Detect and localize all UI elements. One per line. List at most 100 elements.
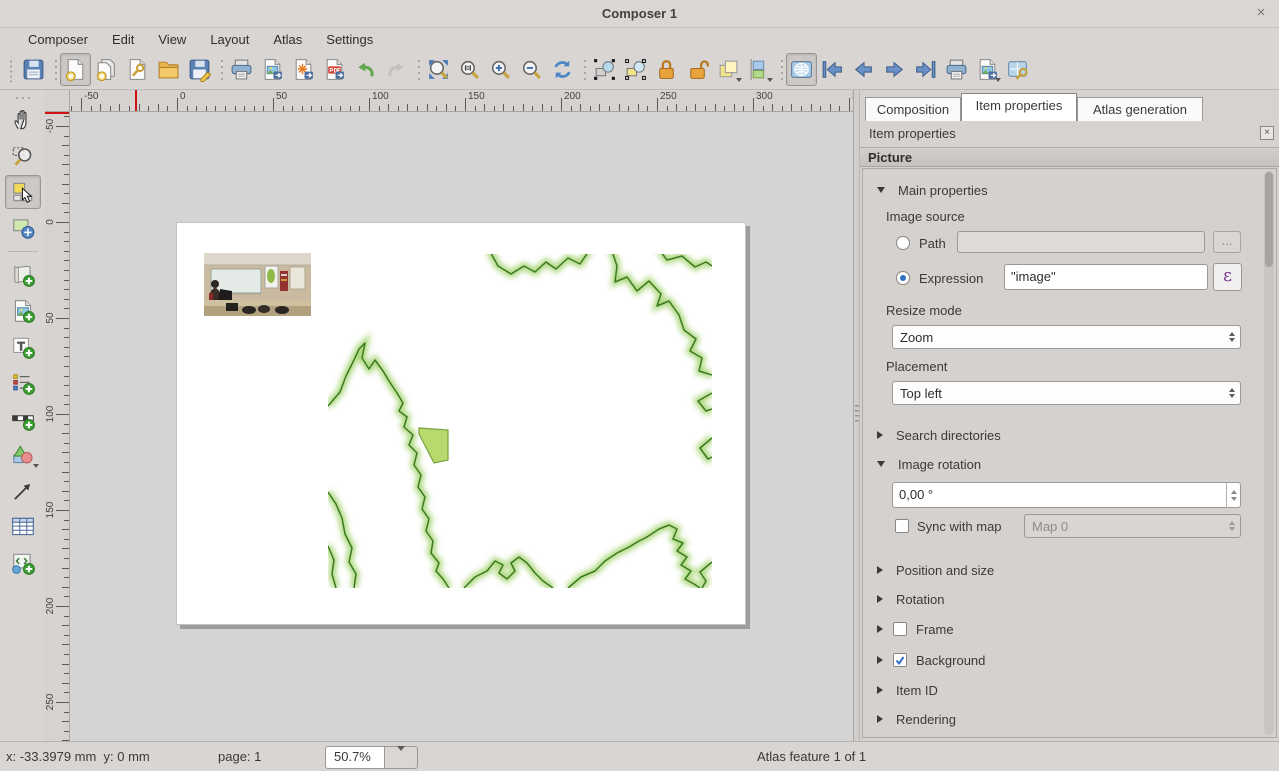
section-search-directories[interactable]: Search directories [877, 424, 1001, 446]
toolbar-new-composition-button[interactable] [60, 53, 91, 86]
section-main-properties[interactable]: Main properties [877, 179, 988, 201]
toolbar-add-attribute-table-button[interactable] [5, 510, 41, 544]
toolbar-composer-manager-button[interactable] [122, 53, 153, 86]
toolbar-print-button[interactable] [226, 53, 257, 86]
toolbar-atlas-settings-button[interactable] [1003, 53, 1034, 86]
toolbar-handle[interactable] [7, 57, 15, 83]
toolbar-select-items-button[interactable] [589, 53, 620, 86]
toolbar-atlas-next-button[interactable] [879, 53, 910, 86]
expression-input[interactable]: "image" [1004, 264, 1208, 290]
toolbar-zoom-item-button[interactable] [5, 139, 41, 173]
toolbar-undo-button[interactable] [350, 53, 381, 86]
ruler-tick [436, 106, 437, 111]
tab-item-properties[interactable]: Item properties [961, 93, 1077, 121]
ruler-tick [64, 347, 69, 348]
panel-splitter[interactable] [853, 90, 860, 741]
ruler-tick [830, 104, 831, 111]
toolbar-redo-button[interactable] [381, 53, 412, 86]
zoom-level-value[interactable]: 50.7% [325, 746, 385, 769]
section-rotation[interactable]: Rotation [877, 588, 944, 610]
section-frame[interactable]: Frame [877, 618, 954, 640]
toolbar-raise-items-button[interactable] [713, 53, 744, 86]
toolbar-print-atlas-button[interactable] [941, 53, 972, 86]
toolbar-save-button[interactable] [18, 53, 49, 86]
toolbar-save-as-button[interactable] [184, 53, 215, 86]
map-item[interactable] [328, 254, 712, 588]
expression-builder-button[interactable]: ε [1213, 263, 1242, 291]
toolbar-unlock-items-button[interactable] [682, 53, 713, 86]
path-radio[interactable]: Path [896, 232, 946, 254]
toolbar-export-atlas-button[interactable] [972, 53, 1003, 86]
scrollbar-thumb[interactable] [1265, 172, 1273, 267]
toolbar-select-move-item-button[interactable] [5, 175, 41, 209]
section-rendering[interactable]: Rendering [877, 708, 956, 730]
section-image-rotation[interactable]: Image rotation [877, 453, 981, 475]
redo-icon [384, 57, 409, 82]
composer-page[interactable] [176, 222, 746, 625]
composition-canvas[interactable] [70, 112, 853, 741]
toolbar-zoom-in-button[interactable] [485, 53, 516, 86]
toolbar-lock-items-button[interactable] [651, 53, 682, 86]
menu-atlas[interactable]: Atlas [261, 30, 314, 49]
toolbar-pan-button[interactable] [5, 103, 41, 137]
zoom-dropdown-button[interactable] [385, 746, 418, 769]
toolbar-duplicate-composition-button[interactable] [91, 53, 122, 86]
sync-map-select[interactable]: Map 0 [1024, 514, 1241, 538]
path-input[interactable] [957, 231, 1205, 253]
toolbar-open-button[interactable] [153, 53, 184, 86]
resize-mode-select[interactable]: Zoom [892, 325, 1241, 349]
checkbox-icon[interactable] [893, 622, 907, 636]
toolbar-add-arrow-button[interactable] [5, 474, 41, 508]
toolbar-atlas-preview-button[interactable] [786, 53, 817, 86]
toolbar-atlas-last-button[interactable] [910, 53, 941, 86]
sync-with-map-checkbox[interactable]: Sync with map [895, 515, 1002, 537]
menu-edit[interactable]: Edit [100, 30, 146, 49]
expression-radio[interactable]: Expression [896, 267, 983, 289]
toolbar-export-svg-button[interactable] [288, 53, 319, 86]
section-position-and-size[interactable]: Position and size [877, 559, 994, 581]
toolbar-align-items-button[interactable] [744, 53, 775, 86]
ruler-tick [64, 692, 69, 693]
panel-scrollbar[interactable] [1264, 171, 1274, 735]
toolbar-atlas-first-button[interactable] [817, 53, 848, 86]
checkbox-checked-icon[interactable] [893, 653, 907, 667]
toolbar-add-scalebar-button[interactable] [5, 402, 41, 436]
toolbar-add-map-button[interactable] [5, 258, 41, 292]
tab-atlas-generation[interactable]: Atlas generation [1077, 97, 1203, 121]
toolbar-add-shape-button[interactable] [5, 438, 41, 472]
ruler-tick [475, 106, 476, 111]
toolbar-zoom-full-button[interactable] [423, 53, 454, 86]
toolbar-handle[interactable] [12, 93, 34, 100]
toolbar-export-pdf-button[interactable] [319, 53, 350, 86]
window-close-icon[interactable]: × [1251, 3, 1271, 23]
toolbar-export-image-button[interactable] [257, 53, 288, 86]
tab-composition[interactable]: Composition [865, 97, 961, 121]
toolbar-add-image-button[interactable] [5, 294, 41, 328]
toolbar-add-html-button[interactable] [5, 546, 41, 580]
zoom-level-combo[interactable]: 50.7% [325, 746, 418, 769]
menu-composer[interactable]: Composer [16, 30, 100, 49]
ruler-tick [676, 104, 677, 111]
toolbar-refresh-button[interactable] [547, 53, 578, 86]
menu-view[interactable]: View [146, 30, 198, 49]
menu-layout[interactable]: Layout [198, 30, 261, 49]
refresh-icon [550, 57, 575, 82]
dropdown-caret-icon [995, 78, 1001, 82]
toolbar-zoom-out-button[interactable] [516, 53, 547, 86]
picture-item[interactable] [204, 253, 311, 316]
toolbar-move-item-content-button[interactable] [5, 211, 41, 245]
toolbar-deselect-items-button[interactable] [620, 53, 651, 86]
rotation-spinbox[interactable]: 0,00 ° [892, 482, 1241, 508]
dock-close-icon[interactable]: × [1260, 126, 1274, 140]
menu-settings[interactable]: Settings [314, 30, 385, 49]
rotation-spin-buttons[interactable] [1226, 482, 1241, 508]
toolbar-add-legend-button[interactable] [5, 366, 41, 400]
toolbar-zoom-actual-button[interactable] [454, 53, 485, 86]
ruler-tick [62, 472, 69, 473]
section-background[interactable]: Background [877, 649, 985, 671]
placement-select[interactable]: Top left [892, 381, 1241, 405]
section-item-id[interactable]: Item ID [877, 679, 938, 701]
toolbar-atlas-prev-button[interactable] [848, 53, 879, 86]
toolbar-add-label-button[interactable] [5, 330, 41, 364]
browse-button[interactable]: ... [1213, 231, 1241, 253]
